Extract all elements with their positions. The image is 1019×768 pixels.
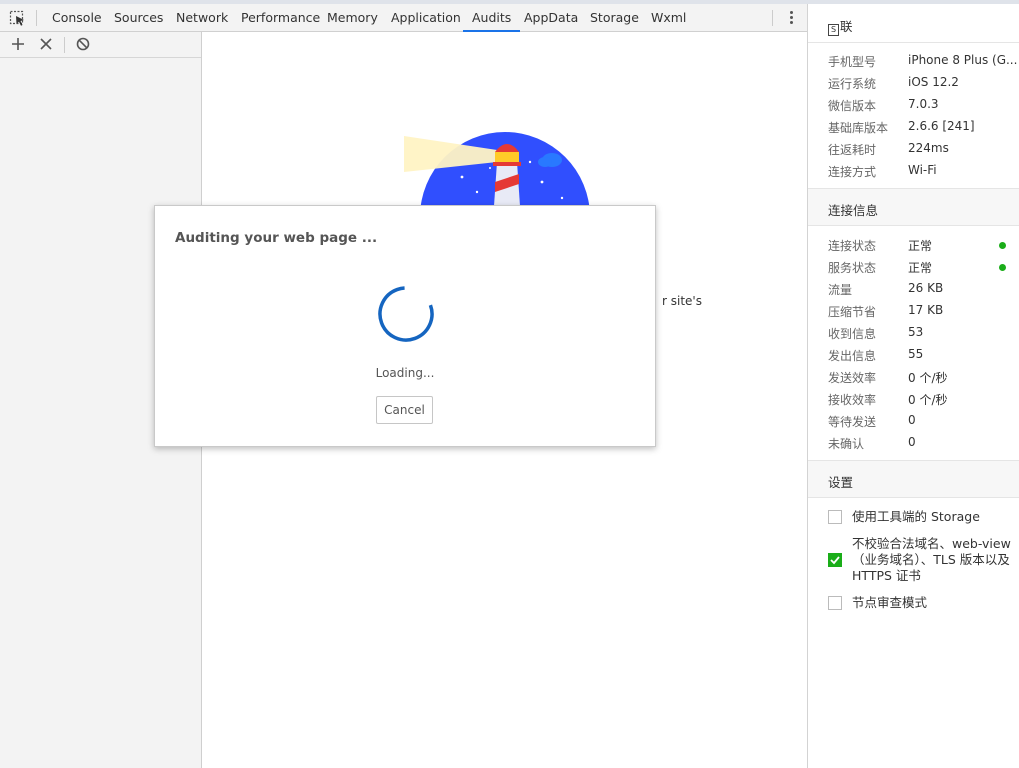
row-key: 连接状态 [828, 239, 877, 253]
row-key: 流量 [828, 283, 853, 297]
row-value: Wi-Fi [908, 163, 937, 177]
settings-section-header: 设置 [808, 460, 1019, 498]
row-key: 接收效率 [828, 393, 877, 407]
row-value: iPhone 8 Plus (G... [908, 53, 1018, 67]
row-value: 55 [908, 347, 924, 361]
row-key: 服务状态 [828, 261, 877, 275]
device-row: 连接方式 Wi-Fi [808, 160, 1019, 182]
tab-audits[interactable]: Audits [462, 4, 521, 32]
connection-row: 连接状态 正常 [808, 234, 1019, 256]
devtools-tab-bar: Console Sources Network Performance Memo… [0, 4, 808, 32]
tab-storage[interactable]: Storage [590, 4, 639, 32]
connection-section-header: 连接信息 [808, 188, 1019, 226]
connection-row: 流量 26 KB [808, 278, 1019, 300]
block-icon[interactable] [75, 36, 91, 52]
row-key: 等待发送 [828, 415, 877, 429]
audits-toolbar [0, 32, 201, 58]
setting-label: 使用工具端的 Storage [852, 509, 980, 524]
row-key: 发送效率 [828, 371, 877, 385]
section-divider [808, 42, 1019, 43]
tab-performance[interactable]: Performance [241, 4, 320, 32]
device-info-panel: S联 手机型号 iPhone 8 Plus (G... 运行系统 iOS 12.2 … [808, 4, 1019, 768]
row-key: 发出信息 [828, 349, 877, 363]
row-value: 正常 [908, 261, 933, 275]
row-value: 0 [908, 413, 916, 427]
row-value: 0 [908, 435, 916, 449]
connection-row: 等待发送 0 [808, 410, 1019, 432]
more-options-icon[interactable] [786, 11, 796, 27]
setting-label: 不校验合法域名、web-view（业务域名）、TLS 版本以及 HTTPS 证书 [852, 536, 1011, 583]
row-key: 收到信息 [828, 327, 877, 341]
tab-sources[interactable]: Sources [114, 4, 163, 32]
row-key: 往返耗时 [828, 143, 877, 157]
row-key: 微信版本 [828, 99, 877, 113]
info-icon: S [828, 24, 839, 36]
audit-progress-dialog: Auditing your web page ... Loading... Ca… [154, 205, 656, 447]
inspect-element-icon[interactable] [9, 10, 27, 28]
row-value: 53 [908, 325, 924, 339]
close-icon[interactable] [38, 36, 54, 52]
device-header: S联 [828, 16, 853, 36]
connection-row: 发送效率 0 个/秒 [808, 366, 1019, 388]
tab-application[interactable]: Application [391, 4, 461, 32]
setting-node-inspect[interactable]: 节点审查模式 [828, 594, 1013, 614]
device-title: 联 [840, 19, 853, 34]
tab-bar-separator [772, 10, 773, 26]
section-title: 连接信息 [828, 203, 879, 218]
tab-console[interactable]: Console [52, 4, 102, 32]
toolbar-separator [64, 37, 65, 53]
status-ok-indicator [999, 264, 1006, 271]
audits-description-fragment: r site's [662, 294, 702, 308]
device-row: 手机型号 iPhone 8 Plus (G... [808, 50, 1019, 72]
loading-text: Loading... [375, 366, 435, 380]
connection-row: 发出信息 55 [808, 344, 1019, 366]
setting-label: 节点审查模式 [852, 595, 928, 610]
row-value: 正常 [908, 239, 933, 253]
checkbox[interactable] [828, 596, 842, 610]
loading-spinner-icon [378, 286, 434, 342]
connection-row: 压缩节省 17 KB [808, 300, 1019, 322]
row-value: iOS 12.2 [908, 75, 959, 89]
row-key: 压缩节省 [828, 305, 877, 319]
plus-icon[interactable] [10, 36, 26, 52]
connection-row: 未确认 0 [808, 432, 1019, 454]
row-key: 运行系统 [828, 77, 877, 91]
setting-use-storage[interactable]: 使用工具端的 Storage [828, 508, 1013, 528]
connection-row: 收到信息 53 [808, 322, 1019, 344]
row-value: 2.6.6 [241] [908, 119, 975, 133]
checkbox-checked[interactable] [828, 553, 842, 567]
device-row: 往返耗时 224ms [808, 138, 1019, 160]
cancel-button[interactable]: Cancel [376, 396, 433, 424]
connection-row: 服务状态 正常 [808, 256, 1019, 278]
checkbox[interactable] [828, 510, 842, 524]
check-icon [830, 556, 840, 565]
tab-bar-separator [36, 10, 37, 26]
row-value: 17 KB [908, 303, 944, 317]
row-key: 手机型号 [828, 55, 877, 69]
row-key: 未确认 [828, 437, 865, 451]
row-value: 7.0.3 [908, 97, 939, 111]
device-row: 运行系统 iOS 12.2 [808, 72, 1019, 94]
dialog-title: Auditing your web page ... [175, 230, 378, 246]
row-value: 0 个/秒 [908, 371, 948, 385]
tab-memory[interactable]: Memory [327, 4, 378, 32]
setting-skip-domain-check[interactable]: 不校验合法域名、web-view（业务域名）、TLS 版本以及 HTTPS 证书 [828, 536, 1013, 586]
tab-network[interactable]: Network [176, 4, 228, 32]
tab-wxml[interactable]: Wxml [651, 4, 686, 32]
device-row: 基础库版本 2.6.6 [241] [808, 116, 1019, 138]
row-value: 224ms [908, 141, 949, 155]
row-key: 连接方式 [828, 165, 877, 179]
row-key: 基础库版本 [828, 121, 889, 135]
devtools-window: Console Sources Network Performance Memo… [0, 0, 1019, 768]
tab-appdata[interactable]: AppData [524, 4, 578, 32]
device-row: 微信版本 7.0.3 [808, 94, 1019, 116]
connection-row: 接收效率 0 个/秒 [808, 388, 1019, 410]
row-value: 26 KB [908, 281, 944, 295]
row-value: 0 个/秒 [908, 393, 948, 407]
section-title: 设置 [828, 475, 854, 490]
status-ok-indicator [999, 242, 1006, 249]
